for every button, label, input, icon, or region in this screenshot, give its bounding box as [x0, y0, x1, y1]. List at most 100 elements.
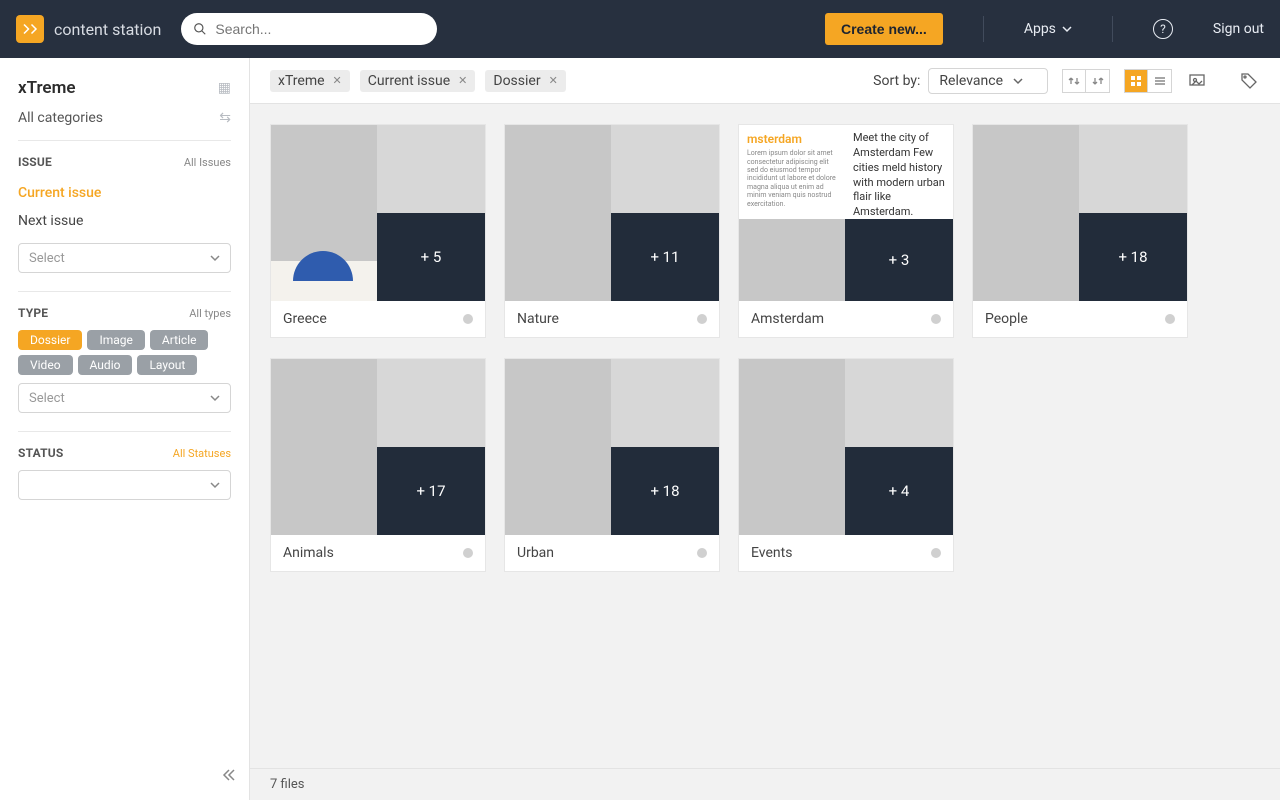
thumbnail — [377, 125, 485, 213]
thumbnail — [1079, 125, 1187, 213]
sort-asc-icon[interactable] — [1062, 69, 1086, 93]
status-dot — [463, 548, 473, 558]
more-count: + 18 — [1079, 213, 1187, 301]
status-dot — [697, 548, 707, 558]
file-count: 7 files — [270, 777, 305, 792]
type-chip-image[interactable]: Image — [87, 330, 144, 350]
sort-select[interactable]: Relevance — [928, 68, 1048, 94]
app-header: content station Create new... Apps ? Sig… — [0, 0, 1280, 58]
more-count: + 17 — [377, 447, 485, 535]
chevron-down-icon — [210, 253, 220, 263]
search-icon — [193, 22, 207, 36]
thumbnail — [377, 359, 485, 447]
thumbnail — [505, 125, 611, 301]
all-issues-link[interactable]: All Issues — [184, 156, 231, 169]
status-heading: STATUS — [18, 446, 63, 460]
more-count: + 5 — [377, 213, 485, 301]
help-icon[interactable]: ? — [1153, 19, 1173, 39]
status-dot — [931, 548, 941, 558]
chevron-down-icon — [1013, 76, 1023, 86]
status-bar: 7 files — [250, 768, 1280, 800]
sidebar: xTreme ▦ All categories ⇆ ISSUE All Issu… — [0, 58, 250, 800]
status-select[interactable] — [18, 470, 231, 500]
signout-link[interactable]: Sign out — [1213, 21, 1264, 37]
view-grid-icon[interactable] — [1124, 69, 1148, 93]
tag-icon[interactable] — [1238, 70, 1260, 92]
thumbnail — [845, 359, 953, 447]
thumbnail — [271, 359, 377, 535]
thumbnail — [739, 359, 845, 535]
chevron-down-icon — [210, 480, 220, 490]
more-count: + 3 — [845, 219, 953, 301]
close-icon[interactable]: ✕ — [333, 74, 342, 87]
more-count: + 18 — [611, 447, 719, 535]
chevron-down-icon — [210, 393, 220, 403]
status-dot — [1165, 314, 1175, 324]
results-grid: + 5 Greece + 11 Nature — [250, 104, 1280, 768]
thumbnail — [973, 125, 1079, 301]
thumbnail — [611, 125, 719, 213]
chevron-down-icon — [1062, 24, 1072, 34]
dossier-card-events[interactable]: + 4 Events — [738, 358, 954, 572]
brand-area: content station — [16, 15, 161, 43]
status-dot — [463, 314, 473, 324]
dossier-card-people[interactable]: + 18 People — [972, 124, 1188, 338]
article-preview: msterdam Lorem ipsum dolor sit amet cons… — [739, 125, 845, 219]
card-title: Events — [751, 545, 792, 561]
issue-select[interactable]: Select — [18, 243, 231, 273]
issue-heading: ISSUE — [18, 155, 52, 169]
dossier-card-greece[interactable]: + 5 Greece — [270, 124, 486, 338]
card-title: People — [985, 311, 1028, 327]
search-input[interactable] — [215, 21, 425, 37]
preview-icon[interactable] — [1186, 70, 1208, 92]
publication-icon[interactable]: ▦ — [218, 80, 231, 96]
crumb-dossier[interactable]: Dossier✕ — [485, 70, 565, 92]
dossier-card-animals[interactable]: + 17 Animals — [270, 358, 486, 572]
view-list-icon[interactable] — [1148, 69, 1172, 93]
more-count: + 4 — [845, 447, 953, 535]
content-area: xTreme✕ Current issue✕ Dossier✕ Sort by:… — [250, 58, 1280, 800]
thumbnail — [611, 359, 719, 447]
card-title: Amsterdam — [751, 311, 824, 327]
dossier-card-urban[interactable]: + 18 Urban — [504, 358, 720, 572]
type-chip-video[interactable]: Video — [18, 355, 73, 375]
thumbnail — [739, 219, 845, 301]
card-title: Nature — [517, 311, 559, 327]
sort-desc-icon[interactable] — [1086, 69, 1110, 93]
crumb-xtreme[interactable]: xTreme✕ — [270, 70, 350, 92]
type-chip-article[interactable]: Article — [150, 330, 209, 350]
collapse-sidebar-icon[interactable] — [221, 767, 235, 786]
share-icon: ⇆ — [219, 110, 231, 126]
brand-text: content station — [54, 20, 161, 39]
dossier-card-amsterdam[interactable]: msterdam Lorem ipsum dolor sit amet cons… — [738, 124, 954, 338]
dossier-card-nature[interactable]: + 11 Nature — [504, 124, 720, 338]
apps-menu[interactable]: Apps — [1024, 21, 1072, 37]
app-logo-icon — [16, 15, 44, 43]
issue-item-next[interactable]: Next issue — [18, 207, 231, 235]
all-types-link[interactable]: All types — [189, 307, 231, 320]
issue-item-current[interactable]: Current issue — [18, 179, 231, 207]
create-new-button[interactable]: Create new... — [825, 13, 943, 45]
status-section: STATUS All Statuses — [18, 431, 231, 500]
crumb-current-issue[interactable]: Current issue✕ — [360, 70, 476, 92]
more-count: + 11 — [611, 213, 719, 301]
all-categories-link[interactable]: All categories ⇆ — [18, 110, 231, 126]
card-title: Greece — [283, 311, 327, 327]
sort-label: Sort by: — [873, 73, 920, 89]
close-icon[interactable]: ✕ — [549, 74, 558, 87]
filter-crumbs: xTreme✕ Current issue✕ Dossier✕ — [270, 70, 566, 92]
thumbnail — [271, 125, 377, 301]
type-select[interactable]: Select — [18, 383, 231, 413]
thumbnail — [505, 359, 611, 535]
type-chip-dossier[interactable]: Dossier — [18, 330, 82, 350]
type-section: TYPE All types Dossier Image Article Vid… — [18, 291, 231, 413]
card-title: Urban — [517, 545, 554, 561]
all-statuses-link[interactable]: All Statuses — [173, 447, 231, 460]
type-chip-layout[interactable]: Layout — [137, 355, 197, 375]
sidebar-title: xTreme — [18, 78, 76, 98]
global-search[interactable] — [181, 13, 437, 45]
type-chip-audio[interactable]: Audio — [78, 355, 133, 375]
type-chips: Dossier Image Article Video Audio Layout — [18, 330, 231, 375]
close-icon[interactable]: ✕ — [458, 74, 467, 87]
status-dot — [931, 314, 941, 324]
